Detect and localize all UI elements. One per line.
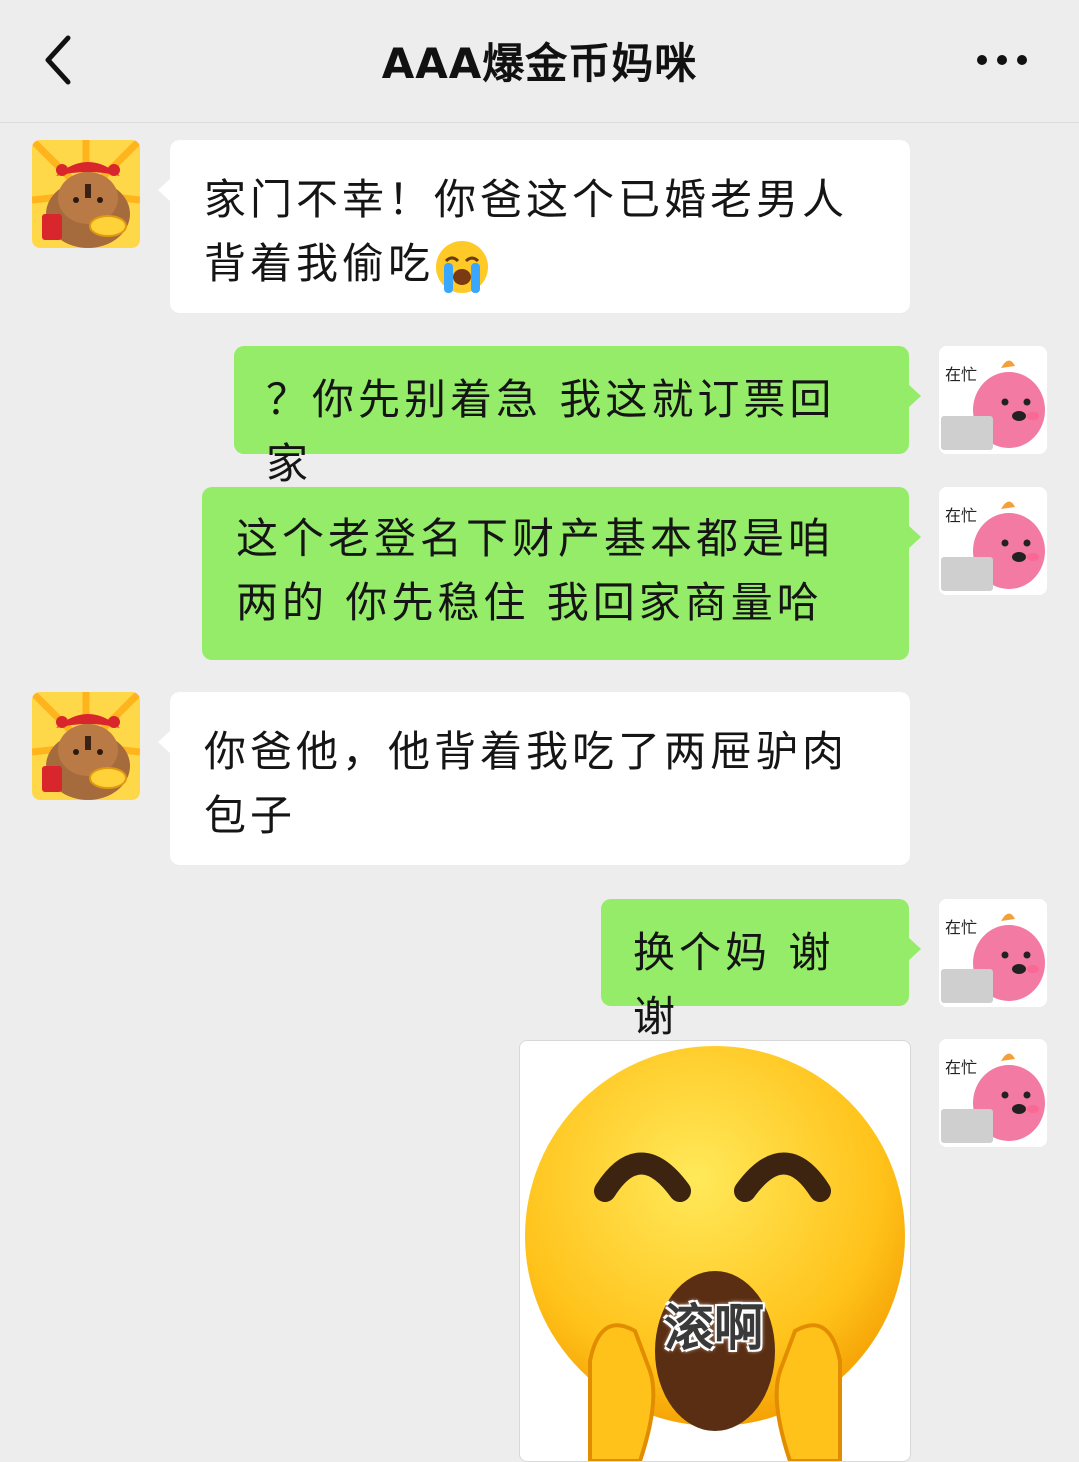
nav-bar: AAA爆金币妈咪 xyxy=(0,0,1079,123)
message-text: 家门不幸！你爸这个已婚老男人背着我偷吃 xyxy=(204,175,849,288)
message-text: ？你先别着急 我这就订票回家 xyxy=(266,375,836,488)
smiling-face-sticker-icon xyxy=(525,1046,905,1461)
message-bubble-incoming[interactable]: 你爸他，他背着我吃了两屉驴肉包子 xyxy=(158,692,910,865)
message-bubble-outgoing[interactable]: 这个老登名下财产基本都是咱两的 你先稳住 我回家商量哈 xyxy=(202,487,921,660)
more-dots-icon xyxy=(977,55,1027,65)
message-bubble-outgoing[interactable]: 换个妈 谢谢 xyxy=(601,899,921,1041)
sticker-caption: 滚啊 xyxy=(664,1299,764,1357)
message-text: 这个老登名下财产基本都是咱两的 你先稳住 我回家商量哈 xyxy=(236,514,835,627)
svg-text:在忙: 在忙 xyxy=(945,365,977,384)
sticker-message[interactable] xyxy=(519,1040,911,1462)
pink-creature-avatar-icon[interactable]: 在忙 xyxy=(939,487,1047,595)
svg-text:在忙: 在忙 xyxy=(945,918,977,937)
svg-text:在忙: 在忙 xyxy=(945,506,977,525)
message-text: 换个妈 谢谢 xyxy=(633,928,835,1041)
message-bubble-outgoing[interactable]: ？你先别着急 我这就订票回家 xyxy=(234,346,921,488)
svg-text:在忙: 在忙 xyxy=(945,1058,977,1077)
capybara-avatar-icon[interactable] xyxy=(32,692,140,800)
chat-title: AAA爆金币妈咪 xyxy=(381,39,698,88)
pink-creature-avatar-icon[interactable]: 在忙 xyxy=(939,899,1047,1007)
pink-creature-avatar-icon[interactable]: 在忙 xyxy=(939,346,1047,454)
loudly-crying-face-icon xyxy=(436,241,489,293)
message-text: 你爸他，他背着我吃了两屉驴肉包子 xyxy=(204,727,849,840)
back-button[interactable] xyxy=(34,32,84,88)
message-bubble-incoming[interactable]: 家门不幸！你爸这个已婚老男人背着我偷吃 xyxy=(158,140,910,313)
more-button[interactable] xyxy=(970,42,1034,78)
pink-creature-avatar-icon[interactable]: 在忙 xyxy=(939,1039,1047,1147)
chevron-left-icon xyxy=(45,35,71,85)
capybara-avatar-icon[interactable] xyxy=(32,140,140,248)
